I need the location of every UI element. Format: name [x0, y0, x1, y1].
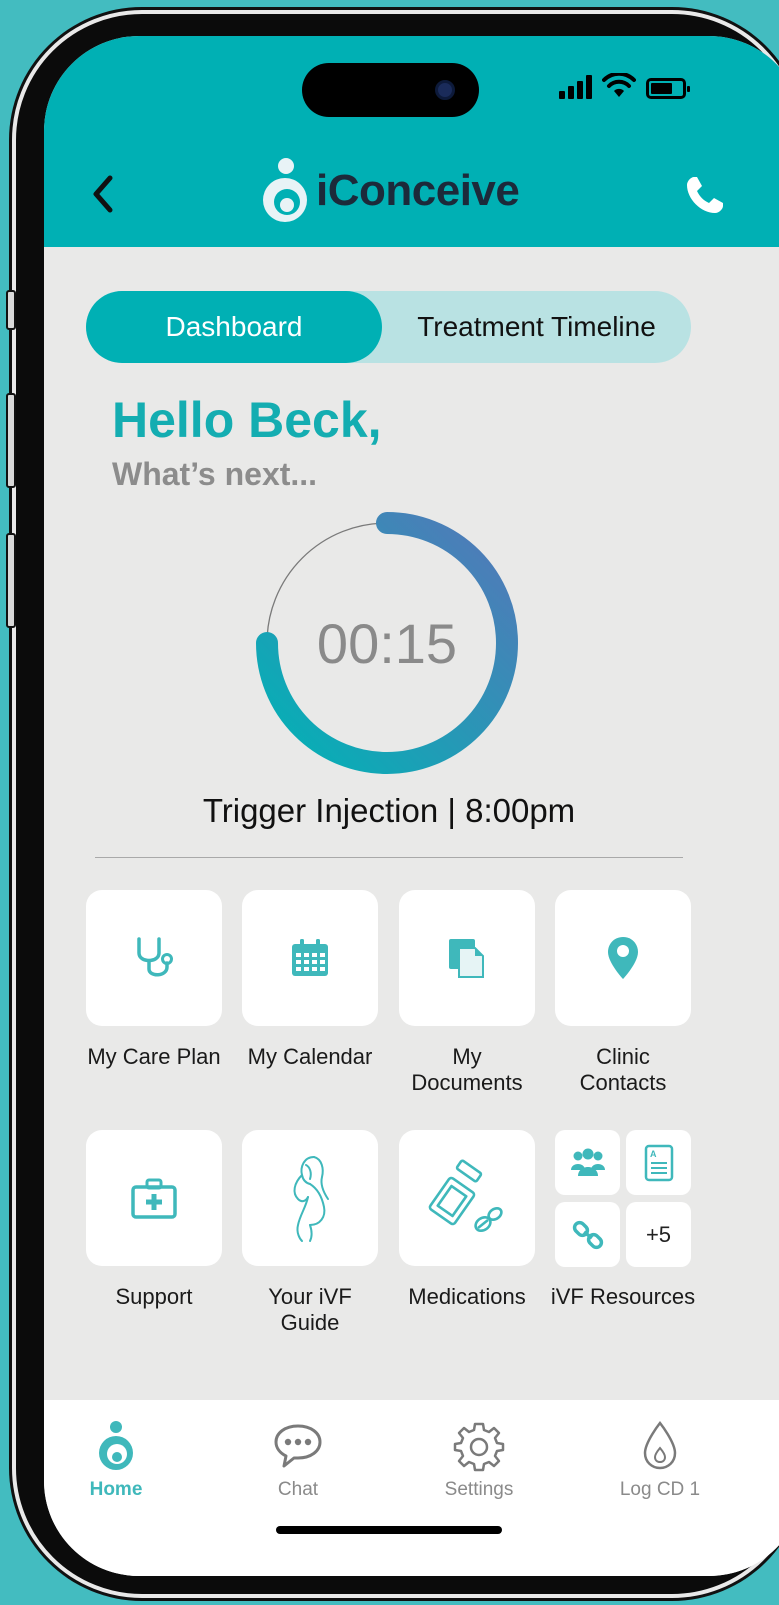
chevron-left-icon[interactable]	[88, 174, 118, 214]
documents-icon	[449, 939, 484, 978]
tab-log-cd[interactable]: Log CD 1	[600, 1420, 720, 1501]
stethoscope-icon	[137, 937, 173, 977]
signal-icon	[559, 75, 592, 99]
medications-button[interactable]	[399, 1130, 535, 1266]
greeting-subtitle: What’s next...	[112, 456, 318, 492]
home-indicator[interactable]	[276, 1526, 502, 1534]
link-icon	[555, 1202, 620, 1267]
phone-icon[interactable]	[684, 174, 726, 216]
tab-settings[interactable]: Settings	[419, 1420, 539, 1501]
battery-icon	[646, 78, 690, 99]
app-logo: iConceive	[260, 156, 520, 226]
home-icon	[99, 1421, 133, 1470]
dynamic-island	[302, 63, 479, 117]
drop-icon	[643, 1420, 677, 1470]
app-screen: iConceive Dashboard Treatment Timeline H…	[44, 36, 779, 1576]
medications-label: Medications	[408, 1284, 526, 1309]
more-resources-count: +5	[626, 1202, 691, 1267]
side-button	[6, 290, 16, 330]
svg-text:A: A	[650, 1149, 657, 1159]
app-header: iConceive	[44, 36, 779, 247]
my-calendar-label: My Calendar	[247, 1044, 373, 1069]
first-aid-kit-icon	[131, 1178, 177, 1219]
bottom-tab-bar: Home Chat Settings Log CD 1	[44, 1400, 779, 1576]
group-icon	[555, 1130, 620, 1195]
gear-icon	[453, 1422, 505, 1472]
timer-value: 00:15	[316, 611, 458, 675]
greeting-title: Hello Beck,	[112, 392, 382, 448]
wifi-icon	[602, 73, 636, 97]
tab-home-label: Home	[89, 1479, 143, 1500]
iconceive-logo-icon	[263, 158, 307, 222]
your-ivf-guide-button[interactable]	[242, 1130, 378, 1266]
clinic-contacts-button[interactable]	[555, 890, 691, 1026]
clinic-contacts-label: Clinic Contacts	[579, 1044, 667, 1095]
chat-icon	[274, 1424, 322, 1468]
tab-settings-label: Settings	[444, 1479, 514, 1500]
support-label: Support	[115, 1284, 193, 1309]
location-pin-icon	[608, 937, 638, 979]
divider	[95, 857, 683, 858]
tab-treatment-timeline[interactable]: Treatment Timeline	[382, 291, 691, 363]
countdown-timer: 00:15	[252, 508, 522, 778]
volume-up-button	[6, 393, 16, 488]
tab-home[interactable]: Home	[56, 1420, 176, 1501]
tab-chat[interactable]: Chat	[238, 1420, 358, 1501]
app-name: iConceive	[316, 166, 520, 215]
pill-bottle-icon	[428, 1159, 503, 1233]
document-a-icon: A	[626, 1130, 691, 1195]
my-care-plan-label: My Care Plan	[87, 1044, 221, 1069]
support-button[interactable]	[86, 1130, 222, 1266]
my-documents-label: My Documents	[411, 1044, 523, 1095]
volume-down-button	[6, 533, 16, 628]
my-documents-button[interactable]	[399, 890, 535, 1026]
your-ivf-guide-label: Your iVF Guide	[268, 1284, 352, 1335]
calendar-icon	[292, 939, 328, 976]
my-care-plan-button[interactable]	[86, 890, 222, 1026]
my-calendar-button[interactable]	[242, 890, 378, 1026]
tab-dashboard[interactable]: Dashboard	[86, 291, 382, 363]
pregnant-woman-icon	[293, 1156, 329, 1242]
next-event-label: Trigger Injection | 8:00pm	[202, 792, 576, 829]
ivf-resources-label: iVF Resources	[550, 1284, 696, 1309]
tab-chat-label: Chat	[277, 1479, 319, 1500]
status-bar	[559, 73, 690, 99]
tab-log-cd-label: Log CD 1	[619, 1479, 701, 1500]
view-switcher: Dashboard Treatment Timeline	[86, 291, 691, 363]
